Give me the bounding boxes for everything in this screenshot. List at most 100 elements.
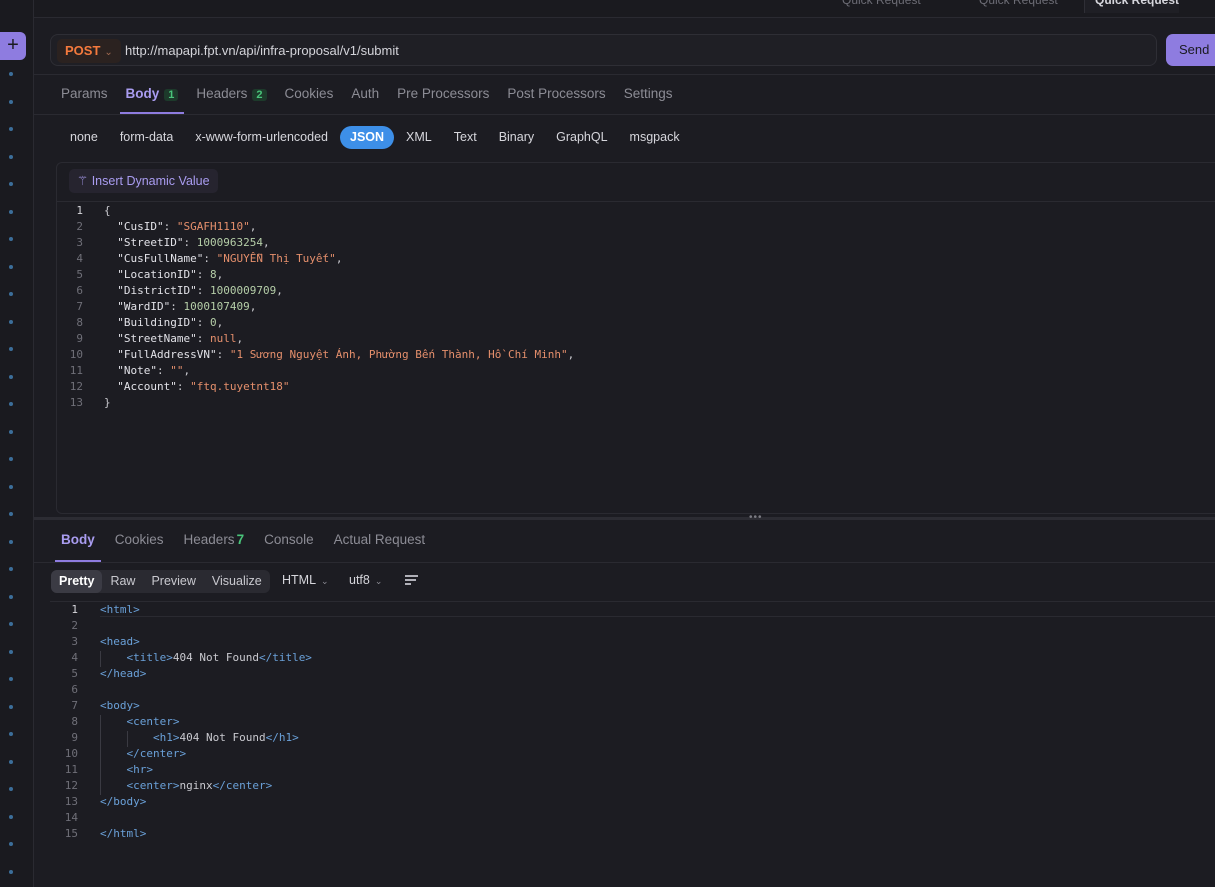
body-type-binary[interactable]: Binary (489, 126, 544, 149)
code-line[interactable]: "Note": "", (104, 364, 190, 377)
body-type-xml[interactable]: XML (396, 126, 442, 149)
tab-label: Params (61, 86, 108, 101)
code-line[interactable]: "StreetName": null, (104, 332, 243, 345)
response-tab-actual-request[interactable]: Actual Request (334, 532, 426, 562)
code-line[interactable]: <body> (100, 699, 140, 712)
sidebar-item-dot[interactable] (9, 154, 13, 159)
sidebar-item-dot[interactable] (9, 264, 13, 269)
code-line[interactable]: "CusFullName": "NGUYỄN Thị Tuyết", (104, 252, 342, 265)
sidebar-item-dot[interactable] (9, 869, 13, 874)
body-type-text[interactable]: Text (444, 126, 487, 149)
sidebar-item-dot[interactable] (9, 347, 13, 351)
line-number: 4 (71, 651, 78, 664)
code-line[interactable]: </html> (100, 827, 146, 840)
sidebar-item-dot[interactable] (9, 374, 13, 379)
new-request-plus-icon[interactable]: + (0, 32, 26, 60)
send-button[interactable]: Send (1166, 34, 1215, 66)
tab-quick-request-active[interactable]: Quick Request (1084, 0, 1180, 13)
code-line[interactable]: <center> (100, 715, 180, 728)
tab-cookies[interactable]: Cookies (285, 86, 334, 114)
code-line[interactable]: <hr> (100, 763, 154, 776)
sidebar-item-dot[interactable] (9, 677, 13, 681)
sidebar-item-dot[interactable] (9, 209, 13, 214)
body-type-selector: none form-data x-www-form-urlencoded JSON XM… (60, 126, 692, 150)
sidebar-item-dot[interactable] (9, 319, 13, 324)
code-line[interactable]: </head> (100, 667, 146, 680)
code-line[interactable]: </center> (100, 747, 187, 760)
url-input[interactable]: http://mapapi.fpt.vn/api/infra-proposal/… (125, 43, 399, 58)
tab-quick-request-1[interactable]: Quick Request (842, 0, 921, 13)
sidebar-item-dot[interactable] (9, 842, 13, 846)
code-line[interactable]: "DistrictID": 1000009709, (104, 284, 283, 297)
code-line[interactable]: "CusID": "SGAFH1110", (104, 220, 256, 233)
code-line[interactable]: <head> (100, 635, 140, 648)
view-mode-pretty[interactable]: Pretty (51, 570, 103, 593)
drag-handle-icon[interactable]: ••• (749, 512, 763, 523)
sidebar-item-dot[interactable] (9, 429, 13, 434)
code-line[interactable]: "WardID": 1000107409, (104, 300, 256, 313)
body-type-msgpack[interactable]: msgpack (620, 126, 690, 149)
sidebar-item-dot[interactable] (9, 72, 13, 76)
sidebar-item-dot[interactable] (9, 182, 13, 186)
code-line[interactable]: <html> (100, 603, 140, 616)
code-line[interactable]: "BuildingID": 0, (104, 316, 223, 329)
sidebar-item-dot[interactable] (9, 127, 13, 131)
pane-splitter[interactable] (34, 517, 1215, 520)
view-mode-raw[interactable]: Raw (102, 570, 143, 593)
response-tab-cookies[interactable]: Cookies (115, 532, 164, 562)
sidebar-item-dot[interactable] (9, 814, 13, 819)
sidebar-item-dot[interactable] (9, 732, 13, 736)
sidebar-item-dot[interactable] (9, 539, 13, 544)
sidebar-item-dot[interactable] (9, 649, 13, 654)
method-select[interactable]: POST ⌄ (57, 39, 121, 63)
tab-body[interactable]: Body 1 (119, 86, 185, 114)
response-tab-body[interactable]: Body (55, 532, 101, 562)
body-type-form-data[interactable]: form-data (110, 126, 184, 149)
code-line[interactable]: </body> (100, 795, 146, 808)
format-select[interactable]: HTML ⌄ (282, 573, 329, 587)
sidebar-item-dot[interactable] (9, 704, 13, 709)
view-mode-preview[interactable]: Preview (143, 570, 203, 593)
sidebar-item-dot[interactable] (9, 594, 13, 599)
sidebar-item-dot[interactable] (9, 622, 13, 626)
sidebar-item-dot[interactable] (9, 567, 13, 571)
code-line[interactable]: <h1>404 Not Found</h1> (100, 731, 299, 744)
code-line[interactable]: <title>404 Not Found</title> (100, 651, 312, 664)
line-number: 8 (71, 715, 78, 728)
body-type-x-www-form-urlencoded[interactable]: x-www-form-urlencoded (185, 126, 338, 149)
url-bar: POST ⌄ http://mapapi.fpt.vn/api/infra-pro… (50, 34, 1157, 66)
insert-dynamic-value-button[interactable]: ⚚ Insert Dynamic Value (69, 169, 218, 193)
sidebar-item-dot[interactable] (9, 787, 13, 791)
code-line[interactable]: "Account": "ftq.tuyetnt18" (104, 380, 289, 393)
tab-settings[interactable]: Settings (624, 86, 673, 114)
tab-post-processors[interactable]: Post Processors (507, 86, 605, 114)
code-line[interactable]: } (104, 396, 111, 409)
sidebar-item-dot[interactable] (9, 484, 13, 489)
tab-headers[interactable]: Headers 2 (196, 86, 267, 114)
tab-auth[interactable]: Auth (351, 86, 379, 114)
response-tab-console[interactable]: Console (264, 532, 314, 562)
word-wrap-icon[interactable] (405, 574, 419, 586)
tab-quick-request-2[interactable]: Quick Request (979, 0, 1058, 13)
tab-params[interactable]: Params (61, 86, 108, 114)
body-type-none[interactable]: none (60, 126, 108, 149)
sidebar-item-dot[interactable] (9, 512, 13, 516)
sidebar-item-dot[interactable] (9, 99, 13, 104)
sidebar-item-dot[interactable] (9, 457, 13, 461)
encoding-select[interactable]: utf8 ⌄ (349, 573, 382, 587)
view-mode-visualize[interactable]: Visualize (204, 570, 270, 593)
body-type-graphql[interactable]: GraphQL (546, 126, 617, 149)
sidebar-item-dot[interactable] (9, 237, 13, 241)
code-line[interactable]: "StreetID": 1000963254, (104, 236, 269, 249)
tab-pre-processors[interactable]: Pre Processors (397, 86, 489, 114)
code-line[interactable]: { (104, 204, 111, 217)
code-line[interactable]: "FullAddressVN": "1 Sương Nguyệt Ánh, Ph… (104, 348, 574, 361)
sidebar-item-dot[interactable] (9, 402, 13, 406)
body-type-json[interactable]: JSON (340, 126, 395, 149)
tab-badge: 2 (252, 89, 267, 101)
response-tab-headers[interactable]: Headers 7 (184, 532, 245, 562)
code-line[interactable]: "LocationID": 8, (104, 268, 223, 281)
code-line[interactable]: <center>nginx</center> (100, 779, 273, 792)
sidebar-item-dot[interactable] (9, 292, 13, 296)
sidebar-item-dot[interactable] (9, 759, 13, 764)
